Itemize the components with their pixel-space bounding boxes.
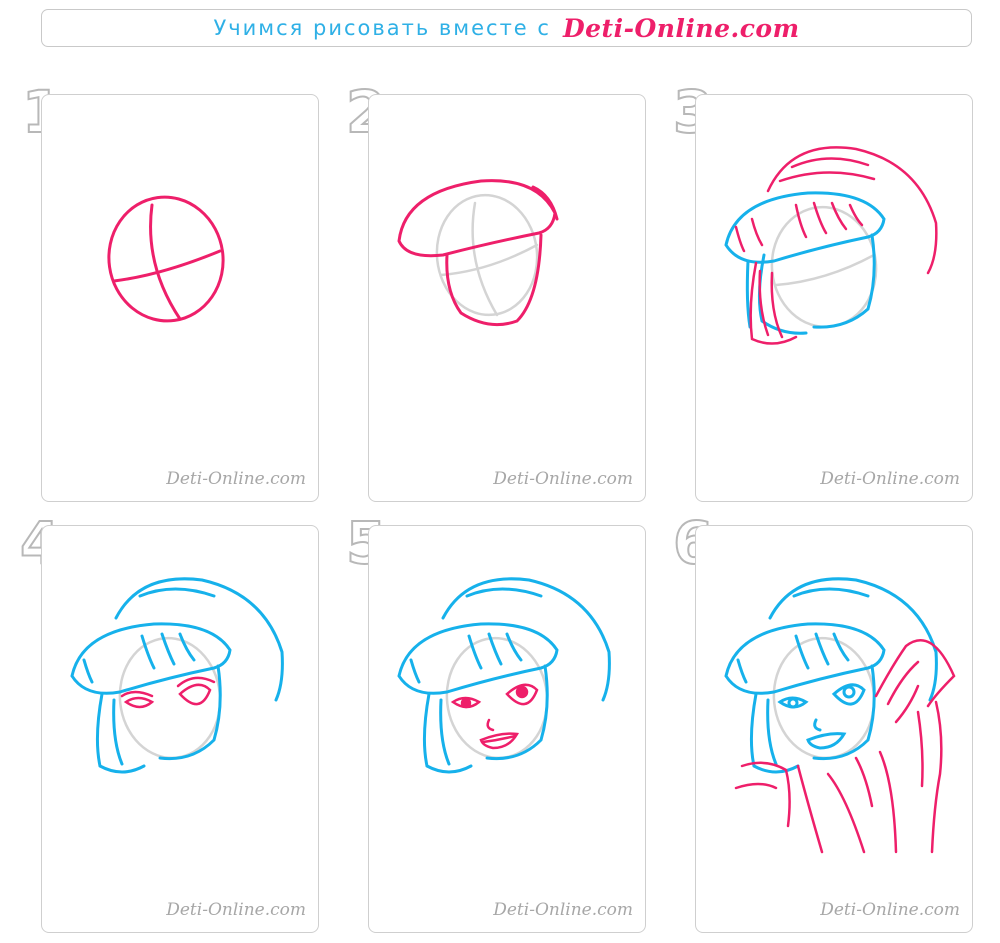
step-card-5: Deti-Online.com [368, 525, 646, 933]
header-brand: Deti-Online.com [562, 13, 800, 43]
step-card-1: Deti-Online.com [41, 94, 319, 502]
step-2-drawing [397, 179, 559, 327]
step-1-drawing [107, 195, 225, 323]
step-card-6: Deti-Online.com [695, 525, 973, 933]
watermark: Deti-Online.com [166, 900, 306, 920]
step-card-4: Deti-Online.com [41, 525, 319, 933]
watermark: Deti-Online.com [820, 469, 960, 489]
watermark: Deti-Online.com [493, 469, 633, 489]
header-banner: Учимся рисовать вместе с Deti-Online.com [41, 9, 972, 47]
step-6-drawing [724, 577, 956, 854]
watermark: Deti-Online.com [493, 900, 633, 920]
step-5-drawing [397, 577, 611, 774]
step-4-drawing [70, 577, 284, 774]
step-card-3: Deti-Online.com [695, 94, 973, 502]
header-text: Учимся рисовать вместе с [213, 16, 551, 40]
step-card-2: Deti-Online.com [368, 94, 646, 502]
step-3-drawing [724, 146, 938, 345]
watermark: Deti-Online.com [166, 469, 306, 489]
watermark: Deti-Online.com [820, 900, 960, 920]
